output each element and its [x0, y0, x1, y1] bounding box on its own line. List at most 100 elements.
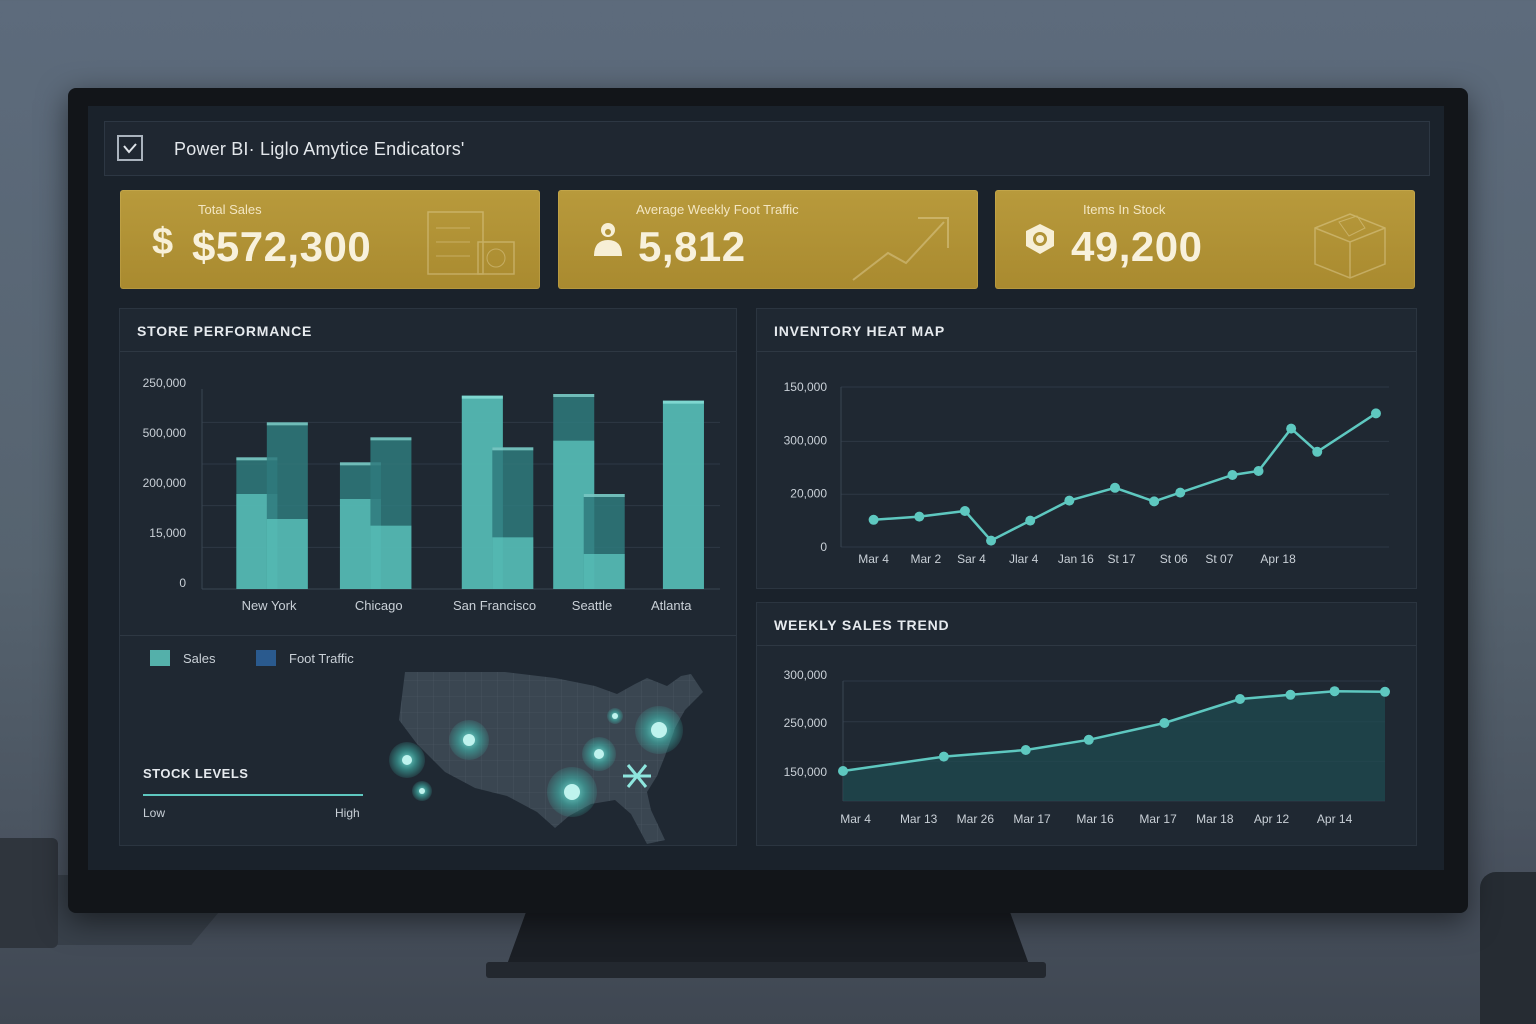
stock-levels-low: Low	[143, 806, 166, 820]
x-tick-label: Mar 17	[1013, 812, 1051, 826]
bar-highlight	[583, 494, 625, 497]
area-point	[838, 766, 848, 776]
inventory-line-chart[interactable]: 150,000 300,000 20,000 0 Mar 4 Mar 2 Sar 4 Jlar…	[757, 359, 1418, 587]
people-icon	[588, 220, 628, 265]
x-tick-label: Seattle	[572, 598, 612, 613]
kpi-value: $572,300	[192, 223, 372, 270]
store-performance-panel: STORE PERFORMANCE 250,000 500,000 200,000 1…	[119, 308, 737, 846]
area-point	[1329, 686, 1340, 697]
x-tick-label: New York	[242, 598, 297, 613]
box-icon	[1314, 213, 1386, 279]
legend-swatch-foot-traffic	[256, 650, 276, 666]
y-tick-label: 0	[820, 540, 827, 554]
kpi-label: Average Weekly Foot Traffic	[636, 202, 799, 217]
line-point	[1286, 423, 1297, 434]
inventory-heat-map-panel: INVENTORY HEAT MAP 150,000 300,000 20,000 0…	[756, 308, 1417, 589]
x-tick-label: Apr 12	[1254, 812, 1290, 826]
stock-levels-title: STOCK LEVELS	[143, 766, 249, 781]
y-tick-label: 300,000	[784, 668, 828, 682]
bar-highlight	[492, 447, 534, 451]
area-point	[1020, 745, 1031, 755]
line-point	[1175, 487, 1186, 498]
line-point	[959, 506, 970, 516]
y-tick-label: 500,000	[143, 426, 187, 440]
x-tick-label: San Francisco	[453, 598, 536, 613]
y-tick-label: 15,000	[149, 526, 186, 540]
kpi-label: Total Sales	[198, 202, 262, 217]
x-tick-label: Mar 18	[1196, 812, 1234, 826]
line-point	[1025, 515, 1036, 526]
store-performance-chart[interactable]: 250,000 500,000 200,000 15,000 0 New York Chic…	[120, 359, 738, 629]
x-tick-label: St 06	[1160, 552, 1188, 566]
kpi-card-total-sales[interactable]: Total Sales $ $572,300	[120, 190, 540, 289]
mug	[1480, 872, 1536, 1024]
x-tick-label: Mar 4	[858, 552, 889, 566]
panel-title: INVENTORY HEAT MAP	[774, 323, 946, 339]
legend-swatch-sales	[150, 650, 170, 666]
x-tick-label: Mar 26	[957, 812, 995, 826]
divider	[120, 351, 736, 352]
x-tick-label: Apr 18	[1260, 552, 1296, 566]
line-point	[1253, 466, 1264, 476]
x-tick-label: Mar 13	[900, 812, 938, 826]
receipt-icon	[427, 211, 515, 275]
panel-title: STORE PERFORMANCE	[137, 323, 313, 339]
line-point	[1312, 446, 1323, 457]
y-tick-label: 20,000	[790, 487, 827, 501]
divider	[120, 635, 736, 636]
x-tick-label: Mar 17	[1139, 812, 1177, 826]
line-point	[1370, 408, 1381, 419]
dollar-icon: $	[150, 220, 180, 265]
y-tick-label: 150,000	[784, 380, 828, 394]
page-title: Power BI· Liglo Amytice Endicators'	[174, 139, 465, 159]
divider	[757, 351, 1416, 352]
weekly-sales-trend-panel: WEEKLY SALES TREND 300,000 250,000 150,000…	[756, 602, 1417, 846]
x-tick-label: Sar 4	[957, 552, 986, 566]
area-point	[1380, 686, 1390, 697]
stock-levels-scale	[143, 794, 363, 796]
area-point	[1083, 734, 1094, 745]
bar-sales	[583, 554, 625, 589]
x-tick-label: Mar 2	[910, 552, 941, 566]
bar-sales	[266, 519, 308, 589]
kpi-card-items-in-stock[interactable]: Items In Stock 49,200	[995, 190, 1415, 289]
bar-sales	[492, 537, 534, 589]
powerbi-logo-icon[interactable]	[117, 135, 143, 161]
bar-sales	[662, 400, 704, 589]
bar-sales	[370, 525, 412, 589]
kpi-card-foot-traffic[interactable]: Average Weekly Foot Traffic 5,812	[558, 190, 978, 289]
bar-highlight	[662, 400, 704, 404]
kpi-value: 5,812	[638, 223, 746, 270]
store-locations-map[interactable]	[385, 664, 725, 844]
y-tick-label: 250,000	[143, 376, 187, 390]
y-tick-label: 200,000	[143, 476, 187, 490]
x-tick-label: St 07	[1205, 552, 1233, 566]
line-point	[1149, 496, 1160, 507]
line-point	[914, 511, 925, 522]
area-point	[938, 751, 949, 762]
legend-label-foot-traffic: Foot Traffic	[289, 651, 354, 666]
x-tick-label: Apr 14	[1317, 812, 1353, 826]
x-tick-label: Mar 16	[1076, 812, 1114, 826]
trend-arrow-icon	[852, 217, 949, 281]
y-tick-label: 150,000	[784, 765, 828, 779]
area-point	[1285, 689, 1296, 700]
bar-highlight	[266, 422, 308, 426]
area-fill	[843, 691, 1385, 801]
bar-highlight	[553, 394, 595, 397]
weekly-sales-area-chart[interactable]: 300,000 250,000 150,000 Mar 4 Mar 13 Mar 26 Ma…	[757, 653, 1418, 845]
line-point	[1227, 470, 1238, 480]
y-tick-label: 300,000	[784, 433, 828, 447]
dashboard-header: Power BI· Liglo Amytice Endicators'	[104, 121, 1430, 176]
x-tick-label: St 17	[1108, 552, 1136, 566]
x-tick-label: Atlanta	[651, 598, 692, 613]
legend-label-sales: Sales	[183, 651, 216, 666]
svg-text:$: $	[152, 221, 173, 260]
y-tick-label: 0	[179, 576, 186, 590]
monitor-stand-base	[486, 962, 1046, 978]
kpi-value: 49,200	[1071, 223, 1203, 270]
x-tick-label: Jan 16	[1058, 552, 1094, 566]
area-point	[1159, 718, 1170, 728]
line-point	[1064, 495, 1075, 506]
bar-highlight	[370, 437, 412, 441]
